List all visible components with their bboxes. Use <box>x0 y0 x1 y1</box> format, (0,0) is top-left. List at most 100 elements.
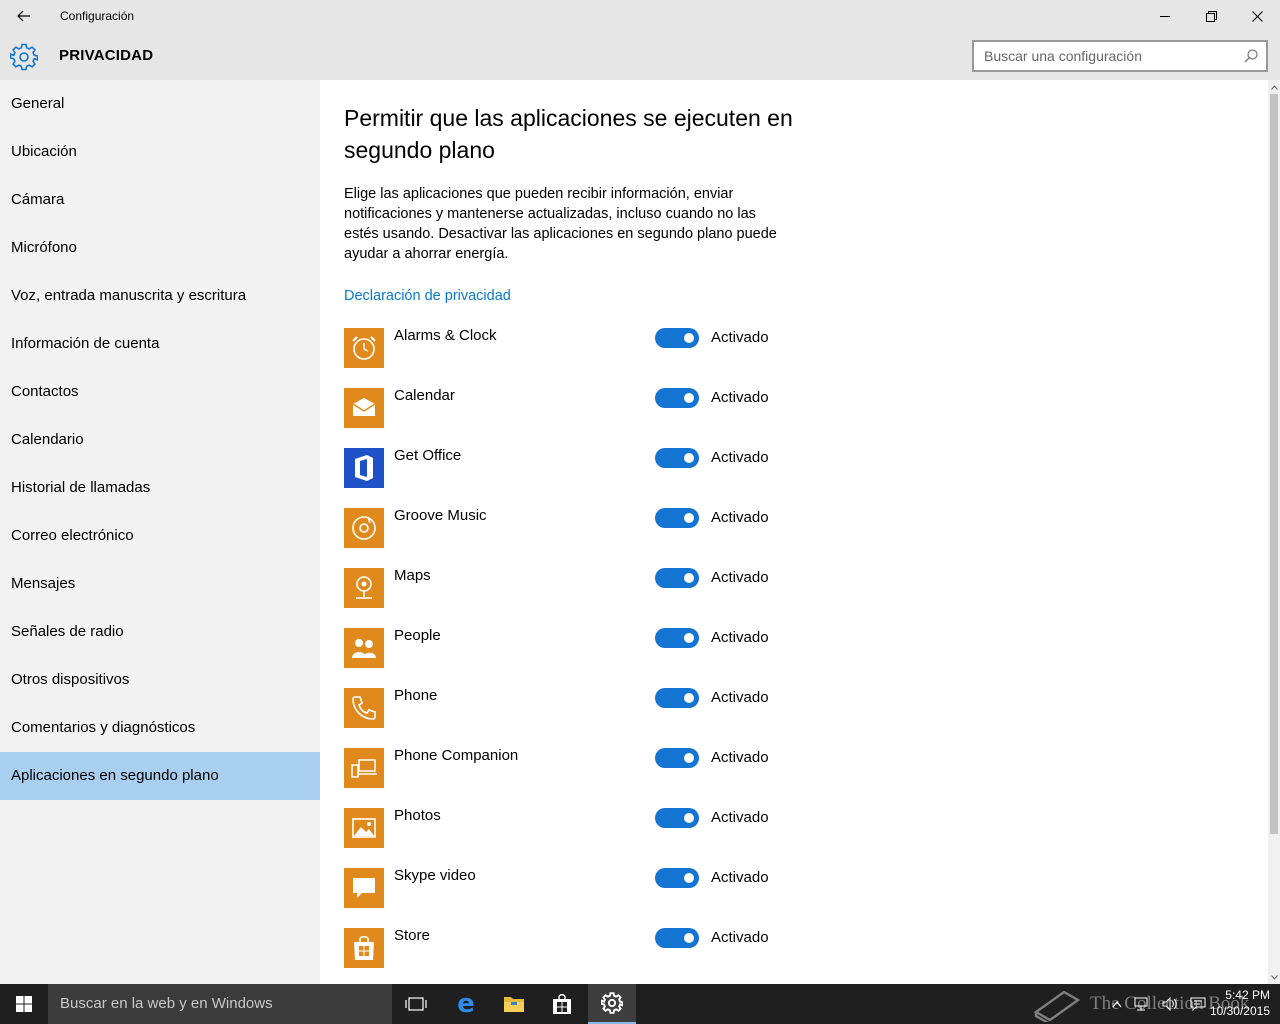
page-description: Elige las aplicaciones que pueden recibi… <box>344 186 777 262</box>
sidebar-item-senales-radio[interactable]: Señales de radio <box>0 608 320 656</box>
file-explorer-icon[interactable] <box>490 984 538 1024</box>
toggle-knob <box>684 333 694 343</box>
settings-taskbar-icon[interactable] <box>588 984 636 1024</box>
chevron-up-icon[interactable] <box>1112 1000 1122 1008</box>
task-view-icon[interactable] <box>392 984 440 1024</box>
clock-time: 5:42 PM <box>1225 988 1270 1002</box>
toggle-knob <box>684 813 694 823</box>
toggle-state-label: Activado <box>711 749 769 766</box>
background-toggle[interactable] <box>655 628 699 648</box>
settings-window: Configuración PRIVACIDAD Buscar una conf… <box>0 0 1280 984</box>
maps-icon <box>344 568 384 608</box>
vertical-scrollbar[interactable] <box>1268 80 1280 984</box>
back-arrow-icon <box>17 10 30 22</box>
skype-video-icon <box>344 868 384 908</box>
main-content: Permitir que las aplicaciones se ejecute… <box>320 80 1268 984</box>
toggle-knob <box>684 393 694 403</box>
search-placeholder: Buscar una configuración <box>984 48 1142 64</box>
background-toggle[interactable] <box>655 688 699 708</box>
settings-search-input[interactable]: Buscar una configuración <box>972 40 1268 72</box>
sidebar-item-microfono[interactable]: Micrófono <box>0 224 320 272</box>
toggle-state-label: Activado <box>711 329 769 346</box>
window-title: Configuración <box>60 9 135 23</box>
background-toggle[interactable] <box>655 808 699 828</box>
background-toggle[interactable] <box>655 328 699 348</box>
toggle-knob <box>684 693 694 703</box>
sidebar-nav: General Ubicación Cámara Micrófono Voz, … <box>0 80 320 984</box>
app-row-maps: Maps Activado <box>344 567 804 608</box>
sidebar-item-voz[interactable]: Voz, entrada manuscrita y escritura <box>0 272 320 320</box>
search-icon[interactable] <box>1244 49 1258 63</box>
restore-button[interactable] <box>1188 0 1234 32</box>
scroll-up-arrow-icon[interactable] <box>1268 80 1280 94</box>
background-toggle[interactable] <box>655 388 699 408</box>
edge-browser-icon[interactable]: e <box>442 984 490 1024</box>
sidebar-item-aplicaciones-segundo-plano[interactable]: Aplicaciones en segundo plano <box>0 752 320 800</box>
sidebar-item-calendario[interactable]: Calendario <box>0 416 320 464</box>
store-icon <box>344 928 384 968</box>
app-name: Photos <box>394 807 441 824</box>
app-name: Calendar <box>394 387 455 404</box>
privacy-statement-link[interactable]: Declaración de privacidad <box>344 288 511 304</box>
action-center-icon[interactable] <box>1190 997 1206 1011</box>
toggle-state-label: Activado <box>711 629 769 646</box>
toggle-state-label: Activado <box>711 509 769 526</box>
sidebar-item-otros-dispositivos[interactable]: Otros dispositivos <box>0 656 320 704</box>
toggle-state-label: Activado <box>711 569 769 586</box>
app-row-photos: Photos Activado <box>344 807 804 848</box>
title-bar: Configuración <box>0 0 1280 32</box>
app-name: Phone Companion <box>394 747 519 764</box>
phone-icon <box>344 688 384 728</box>
background-toggle[interactable] <box>655 748 699 768</box>
close-button[interactable] <box>1234 0 1280 32</box>
office-icon <box>344 448 384 488</box>
toggle-knob <box>684 453 694 463</box>
photos-icon <box>344 808 384 848</box>
sidebar-item-camara[interactable]: Cámara <box>0 176 320 224</box>
taskbar-search-box[interactable]: Buscar en la web y en Windows <box>48 984 392 1024</box>
app-row-get-office: Get Office Activado <box>344 447 804 488</box>
sidebar-item-historial-llamadas[interactable]: Historial de llamadas <box>0 464 320 512</box>
sidebar-item-contactos[interactable]: Contactos <box>0 368 320 416</box>
windows-logo-icon <box>16 996 32 1012</box>
app-row-skype-video: Skype video Activado <box>344 867 804 908</box>
app-name: Maps <box>394 567 431 584</box>
app-name: Skype video <box>394 867 476 884</box>
minimize-button[interactable] <box>1142 0 1188 32</box>
page-title: Permitir que las aplicaciones se ejecute… <box>344 105 793 163</box>
sidebar-item-ubicacion[interactable]: Ubicación <box>0 128 320 176</box>
sidebar-item-mensajes[interactable]: Mensajes <box>0 560 320 608</box>
restore-icon <box>1205 10 1217 22</box>
start-button[interactable] <box>0 984 48 1024</box>
sidebar-item-general[interactable]: General <box>0 80 320 128</box>
sidebar-item-informacion-cuenta[interactable]: Información de cuenta <box>0 320 320 368</box>
calendar-mail-icon <box>344 388 384 428</box>
toggle-state-label: Activado <box>711 929 769 946</box>
background-toggle[interactable] <box>655 868 699 888</box>
sidebar-item-comentarios[interactable]: Comentarios y diagnósticos <box>0 704 320 752</box>
taskbar-search-placeholder: Buscar en la web y en Windows <box>60 995 273 1012</box>
app-name: Get Office <box>394 447 462 464</box>
background-toggle[interactable] <box>655 448 699 468</box>
background-toggle[interactable] <box>655 928 699 948</box>
network-icon[interactable] <box>1134 997 1150 1011</box>
app-row-phone: Phone Activado <box>344 687 804 728</box>
back-button[interactable] <box>0 0 48 32</box>
people-icon <box>344 628 384 668</box>
scrollbar-thumb[interactable] <box>1270 94 1278 834</box>
scroll-down-arrow-icon[interactable] <box>1268 970 1280 984</box>
toggle-state-label: Activado <box>711 869 769 886</box>
taskbar-clock[interactable]: 5:42 PM 10/30/2015 <box>1210 987 1270 1019</box>
app-name: Phone <box>394 687 438 704</box>
app-row-phone-companion: Phone Companion Activado <box>344 747 804 788</box>
toggle-state-label: Activado <box>711 449 769 466</box>
gear-icon <box>10 43 38 71</box>
background-toggle[interactable] <box>655 568 699 588</box>
toggle-knob <box>684 633 694 643</box>
sidebar-item-correo[interactable]: Correo electrónico <box>0 512 320 560</box>
store-taskbar-icon[interactable] <box>538 984 586 1024</box>
taskbar: Buscar en la web y en Windows e The Coll… <box>0 984 1280 1024</box>
alarm-clock-icon <box>344 328 384 368</box>
volume-icon[interactable] <box>1162 997 1178 1011</box>
background-toggle[interactable] <box>655 508 699 528</box>
